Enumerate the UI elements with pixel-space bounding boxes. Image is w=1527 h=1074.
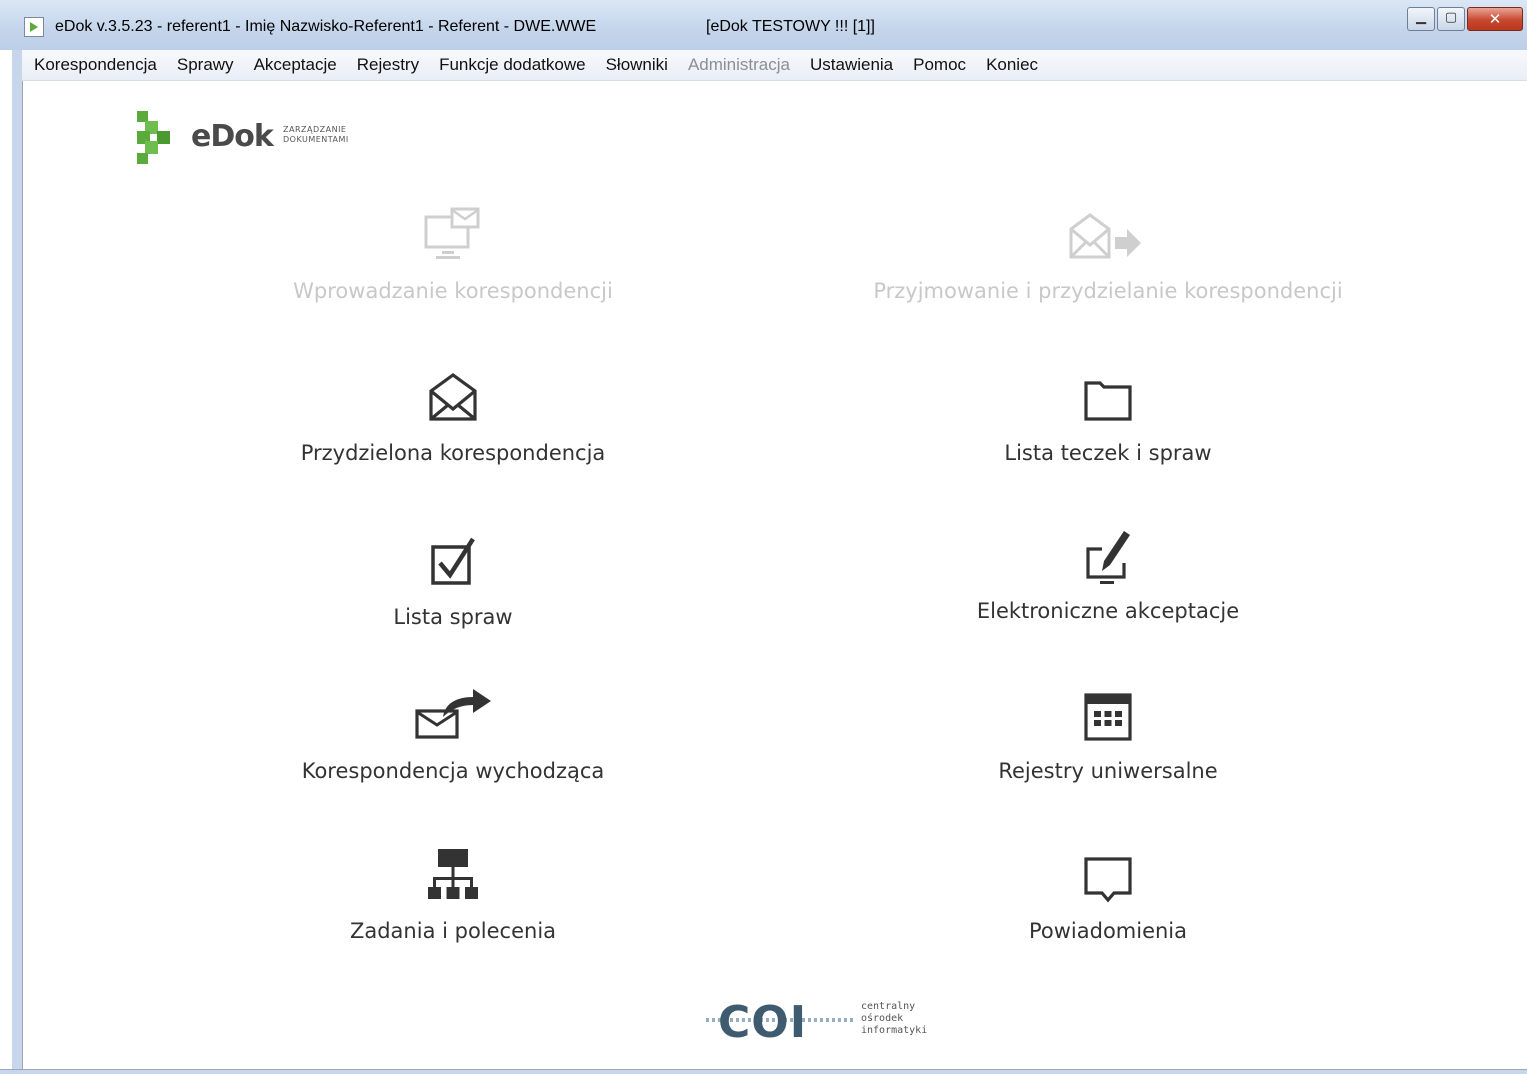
- tile-korespondencja-wychodzaca[interactable]: Korespondencja wychodząca: [203, 687, 703, 807]
- tile-label: Przyjmowanie i przydzielanie koresponden…: [873, 279, 1343, 303]
- coi-subtitle-line2: ośrodek: [861, 1013, 904, 1024]
- edok-logo-subtitle-line1: ZARZĄDZANIE: [283, 125, 347, 134]
- tile-rejestry-uniwersalne[interactable]: Rejestry uniwersalne: [858, 687, 1358, 807]
- calendar-grid-icon: [1058, 687, 1158, 757]
- tile-wprowadzanie-korespondencji: Wprowadzanie korespondencji: [203, 207, 703, 327]
- tile-label: Lista spraw: [393, 605, 513, 629]
- close-button[interactable]: ✕: [1467, 7, 1523, 31]
- monitor-mail-icon: [403, 207, 503, 277]
- menu-administracja[interactable]: Administracja: [678, 55, 800, 75]
- close-icon: ✕: [1488, 10, 1502, 28]
- edok-logo-icon: [137, 111, 170, 164]
- minimize-icon: ▁: [1416, 10, 1426, 25]
- edok-logo-text: eDok: [191, 119, 274, 154]
- menu-akceptacje[interactable]: Akceptacje: [244, 55, 347, 75]
- coi-logo: COI centralny ośrodek informatyki: [706, 997, 946, 1048]
- org-chart-icon: [403, 847, 503, 917]
- speech-bubble-icon: [1058, 847, 1158, 917]
- window-frame-left: [0, 50, 22, 1074]
- maximize-button[interactable]: ▢: [1437, 7, 1465, 31]
- minimize-button[interactable]: ▁: [1407, 7, 1435, 31]
- tile-label: Lista teczek i spraw: [1004, 441, 1212, 465]
- window-title: eDok v.3.5.23 - referent1 - Imię Nazwisk…: [55, 18, 597, 35]
- tile-label: Rejestry uniwersalne: [998, 759, 1218, 783]
- menu-koniec[interactable]: Koniec: [976, 55, 1048, 75]
- menu-funkcje-dodatkowe[interactable]: Funkcje dodatkowe: [429, 55, 595, 75]
- tile-lista-spraw[interactable]: Lista spraw: [203, 533, 703, 653]
- envelope-send-icon: [403, 687, 503, 757]
- tile-przyjmowanie-korespondencji: Przyjmowanie i przydzielanie koresponden…: [858, 207, 1358, 327]
- menu-pomoc[interactable]: Pomoc: [903, 55, 976, 75]
- window-frame-bottom: [0, 1069, 1527, 1074]
- tile-label: Korespondencja wychodząca: [301, 759, 605, 783]
- coi-subtitle-line1: centralny: [861, 1001, 916, 1012]
- tile-label: Zadania i polecenia: [349, 919, 557, 943]
- app-icon[interactable]: [24, 17, 44, 37]
- window-controls: ▁ ▢ ✕: [1405, 7, 1527, 33]
- window-title-extra: [eDok TESTOWY !!! [1]]: [706, 18, 875, 35]
- checkbox-icon: [403, 533, 503, 603]
- tile-elektroniczne-akceptacje[interactable]: Elektroniczne akceptacje: [858, 527, 1358, 647]
- edok-logo-subtitle: ZARZĄDZANIE DOKUMENTAMI: [283, 125, 373, 145]
- tile-label: Wprowadzanie korespondencji: [293, 279, 613, 303]
- tile-lista-teczek-i-spraw[interactable]: Lista teczek i spraw: [858, 369, 1358, 489]
- tile-zadania-i-polecenia[interactable]: Zadania i polecenia: [203, 847, 703, 967]
- coi-subtitle-line3: informatyki: [861, 1025, 928, 1036]
- envelope-forward-icon: [1058, 207, 1158, 277]
- tile-label: Powiadomienia: [1028, 919, 1188, 943]
- app-window: eDok v.3.5.23 - referent1 - Imię Nazwisk…: [0, 0, 1527, 1074]
- tile-powiadomienia[interactable]: Powiadomienia: [858, 847, 1358, 967]
- envelope-open-icon: [403, 369, 503, 439]
- folder-icon: [1058, 369, 1158, 439]
- tile-label: Przydzielona korespondencja: [300, 441, 606, 465]
- pen-monitor-icon: [1058, 527, 1158, 597]
- coi-logo-subtitle: centralny ośrodek informatyki: [861, 1001, 951, 1037]
- main-panel: eDok ZARZĄDZANIE DOKUMENTAMI Wprowadzani…: [22, 81, 1527, 1069]
- menu-bar: Korespondencja Sprawy Akceptacje Rejestr…: [22, 50, 1527, 81]
- tile-label: Elektroniczne akceptacje: [976, 599, 1240, 623]
- menu-korespondencja[interactable]: Korespondencja: [22, 55, 167, 75]
- menu-ustawienia[interactable]: Ustawienia: [800, 55, 903, 75]
- coi-logo-text: COI: [718, 997, 808, 1048]
- maximize-icon: ▢: [1444, 10, 1458, 25]
- tile-przydzielona-korespondencja[interactable]: Przydzielona korespondencja: [203, 369, 703, 489]
- edok-logo-subtitle-line2: DOKUMENTAMI: [283, 135, 349, 144]
- menu-sprawy[interactable]: Sprawy: [167, 55, 244, 75]
- menu-slowniki[interactable]: Słowniki: [596, 55, 678, 75]
- title-bar[interactable]: eDok v.3.5.23 - referent1 - Imię Nazwisk…: [0, 0, 1527, 50]
- menu-rejestry[interactable]: Rejestry: [347, 55, 429, 75]
